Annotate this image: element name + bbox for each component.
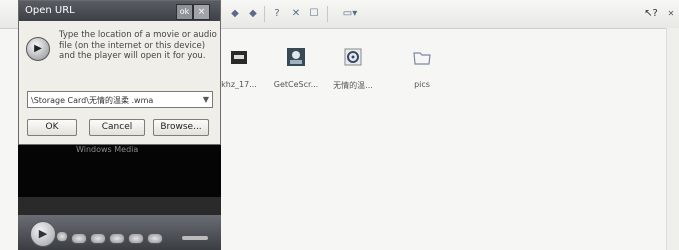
file-item[interactable]: 无情的温... [322,46,384,91]
url-combobox[interactable]: \Storage Card\无情的温柔 .wma ▼ [27,91,213,108]
volume-slider[interactable] [182,236,208,240]
whats-this-icon[interactable]: ↖? [644,7,658,21]
view-menu-icon[interactable]: ▭▾ [338,7,362,21]
cancel-button[interactable]: Cancel [89,119,145,136]
url-value: \Storage Card\无情的温柔 .wma [31,96,154,105]
program-icon [287,48,305,66]
play-button[interactable]: ▶ [30,221,56,247]
video-area: Windows Media [18,145,221,197]
help-icon[interactable]: ? [270,7,284,21]
audio-file-icon [344,48,362,66]
file-item[interactable]: GetCeScr... [265,46,327,89]
video-file-icon [231,51,247,64]
vertical-scrollbar[interactable] [666,28,679,250]
mute-button[interactable] [147,233,163,244]
toolbar-divider [327,6,328,22]
rewind-button[interactable] [90,233,106,244]
previous-button[interactable] [71,233,87,244]
play-icon: ▶ [38,227,48,240]
forward-icon[interactable]: ◆ [246,7,260,21]
delete-icon[interactable]: ✕ [289,7,303,21]
dialog-title-bar: Open URL ok × [19,1,220,21]
back-icon[interactable]: ◆ [228,7,242,21]
stop-button[interactable] [56,231,68,242]
player-controls: ▶ [18,215,221,250]
seek-bar[interactable] [18,197,221,215]
next-button[interactable] [128,233,144,244]
player-overlay-text: Windows Media [76,145,139,154]
collapse-icon[interactable]: ✕ [664,7,678,21]
file-item[interactable]: pics [391,46,453,89]
close-button[interactable]: × [193,4,210,20]
fast-forward-button[interactable] [109,233,125,244]
title-ok-button[interactable]: ok [176,4,193,20]
browse-button[interactable]: Browse... [153,119,209,136]
open-url-dialog: Open URL ok × ▶ Type the location of a m… [18,0,221,145]
ok-button[interactable]: OK [27,119,77,136]
file-label: GetCeScr... [273,80,319,89]
file-label: 无情的温... [333,81,373,90]
chevron-down-icon[interactable]: ▼ [203,95,209,104]
file-label: pics [414,80,430,89]
dialog-message: Type the location of a movie or audio fi… [59,30,217,61]
toolbar-divider [264,6,265,22]
media-player-icon: ▶ [26,37,50,61]
folder-icon [413,52,431,65]
dialog-title: Open URL [25,5,75,16]
properties-icon[interactable]: ☐ [307,7,321,21]
